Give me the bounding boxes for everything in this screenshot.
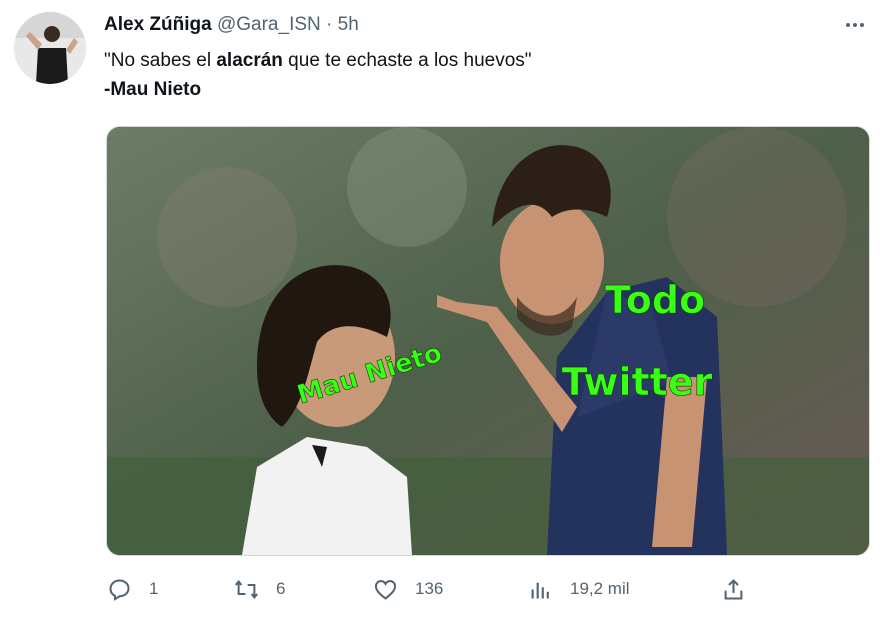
author-handle[interactable]: @Gara_ISN [217, 14, 321, 35]
tweet-header: Alex Zúñiga @Gara_ISN · 5h [104, 12, 359, 38]
tweet-text-line1: "No sabes el alacrán que te echaste a lo… [104, 46, 532, 75]
ellipsis-icon [846, 23, 864, 27]
overlay-label-twitter: Twitter [562, 360, 713, 404]
share-icon [724, 578, 743, 600]
tweet-text-part1: "No sabes el [104, 50, 217, 71]
retweet-count: 6 [276, 579, 286, 598]
tweet-media[interactable]: Mau Nieto Todo Twitter [106, 126, 870, 556]
views-button[interactable]: 19,2 mil [527, 570, 630, 608]
avatar-image [14, 12, 86, 84]
tweet-text: "No sabes el alacrán que te echaste a lo… [104, 46, 532, 104]
tweet-timestamp[interactable]: 5h [338, 14, 359, 35]
avatar[interactable] [14, 12, 86, 84]
overlay-label-todo: Todo [605, 278, 705, 322]
views-icon [531, 582, 549, 598]
share-button[interactable] [720, 570, 747, 608]
reply-icon [109, 578, 130, 601]
tweet-text-signature: -Mau Nieto [104, 79, 202, 100]
media-photo: Mau Nieto Todo Twitter [107, 127, 869, 555]
views-count: 19,2 mil [570, 579, 630, 598]
tweet-text-line2: -Mau Nieto [104, 75, 532, 104]
heart-icon [374, 579, 397, 600]
more-icon[interactable] [842, 12, 868, 38]
retweet-button[interactable]: 6 [233, 570, 285, 608]
reply-count: 1 [149, 579, 159, 598]
tweet-text-bold: alacrán [216, 50, 283, 71]
separator-dot: · [326, 14, 333, 35]
reply-button[interactable]: 1 [106, 570, 158, 608]
tweet-text-part2: que te echaste a los huevos" [282, 50, 532, 71]
like-count: 136 [415, 579, 444, 598]
author-name[interactable]: Alex Zúñiga [104, 14, 212, 35]
tweet-actions: 1 6 136 19,2 mil [106, 570, 868, 608]
like-button[interactable]: 136 [372, 570, 443, 608]
retweet-icon [235, 579, 258, 599]
